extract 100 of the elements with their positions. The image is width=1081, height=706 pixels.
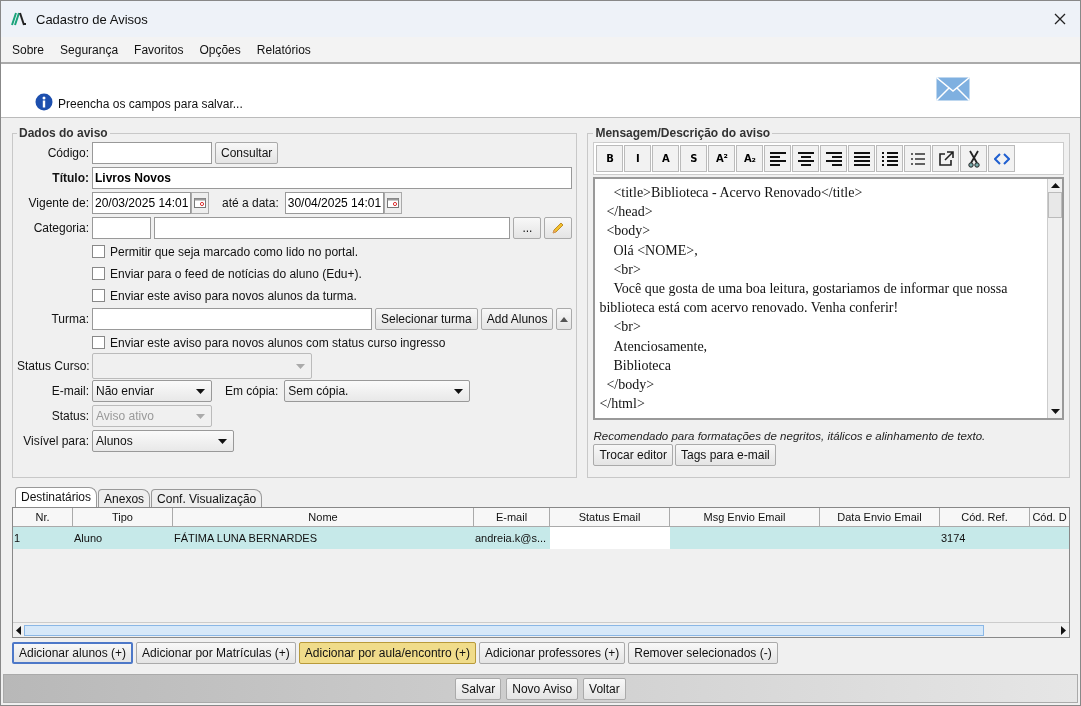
table-cell: andreia.k@s... xyxy=(474,527,550,549)
table-row[interactable]: 1 Aluno FÁTIMA LUNA BERNARDES andreia.k@s... 3174 xyxy=(13,527,1069,549)
scissors-icon[interactable] xyxy=(960,145,988,172)
code-icon[interactable] xyxy=(988,145,1016,172)
edit-button[interactable] xyxy=(544,217,573,239)
horizontal-scrollbar[interactable] xyxy=(13,622,1069,637)
bullet-list-icon[interactable] xyxy=(876,145,904,172)
code-line: </body> xyxy=(605,376,656,395)
numbered-list-icon[interactable] xyxy=(904,145,932,172)
code-line: <br> xyxy=(612,260,642,279)
vertical-scrollbar[interactable] xyxy=(1047,179,1062,418)
field-label: E-mail: xyxy=(50,384,89,398)
scroll-down-icon[interactable] xyxy=(1050,409,1060,414)
close-icon[interactable] xyxy=(1054,13,1066,25)
app-logo-icon xyxy=(11,12,27,26)
caret-icon xyxy=(560,316,569,322)
field-label: Título: xyxy=(51,171,89,185)
column-header[interactable]: Nome xyxy=(173,508,474,527)
editor-hint: Recomendado para formatações de negritos, itálicos e alinhamento de texto. xyxy=(593,430,987,442)
column-header[interactable]: Tipo xyxy=(73,508,173,527)
visible-to-dropdown[interactable]: Alunos xyxy=(92,430,234,452)
code-line: <title>Biblioteca - Acervo Renovado</title> xyxy=(612,184,864,202)
footer-button[interactable]: Novo Aviso xyxy=(506,677,579,700)
consult-button[interactable]: Consultar xyxy=(215,142,279,164)
format-button[interactable]: A² xyxy=(708,145,736,172)
format-button[interactable]: A xyxy=(652,145,680,172)
column-header[interactable]: E-mail xyxy=(474,508,550,527)
column-header[interactable]: Nr. xyxy=(13,508,73,527)
add-button[interactable]: Remover selecionados (-) xyxy=(628,642,778,664)
info-message: Preencha os campos para salvar... xyxy=(58,97,243,111)
align-center-icon[interactable] xyxy=(792,145,820,172)
checkbox[interactable] xyxy=(92,289,105,302)
code-line: Você que gosta de uma boa leitura, gostariamos de informar que nossa biblioteca está com acervo renovado. Venha conferir! xyxy=(599,280,1009,318)
category-name-field[interactable] xyxy=(154,217,511,239)
date-field[interactable]: 30/04/2025 14:01 xyxy=(284,192,384,214)
scroll-left-icon[interactable] xyxy=(16,625,21,635)
code-field[interactable] xyxy=(92,142,212,164)
date-field[interactable]: 20/03/2025 14:01 xyxy=(92,192,191,214)
checkbox[interactable] xyxy=(92,336,105,349)
scroll-thumb[interactable] xyxy=(1048,192,1062,218)
copy-dropdown[interactable]: Sem cópia. xyxy=(284,380,471,402)
footer-button[interactable]: Voltar xyxy=(583,677,626,700)
menu-item[interactable]: Relatórios xyxy=(256,42,311,57)
column-header[interactable]: Status Email xyxy=(550,508,670,527)
column-header[interactable]: Msg Envio Email xyxy=(670,508,820,527)
calendar-icon xyxy=(386,198,399,208)
justify-icon[interactable] xyxy=(848,145,876,172)
menu-item[interactable]: Opções xyxy=(199,42,241,57)
code-line: </head> xyxy=(605,203,654,222)
format-button[interactable]: A₂ xyxy=(736,145,764,172)
code-line: Atenciosamente, xyxy=(612,337,709,356)
add-button[interactable]: Adicionar alunos (+) xyxy=(12,642,134,664)
title-field[interactable]: Livros Novos xyxy=(92,167,573,189)
column-header[interactable]: Cód. Ref. xyxy=(940,508,1030,527)
checkbox-option[interactable]: Enviar para o feed de notícias do aluno (Edu+). xyxy=(17,264,573,283)
add-button[interactable]: Adicionar professores (+) xyxy=(478,642,626,664)
select-class-button[interactable]: Selecionar turma xyxy=(375,308,478,330)
code-line: </html> xyxy=(599,395,646,414)
panel-legend: Mensagem/Descrição do aviso xyxy=(593,126,773,140)
menu-item[interactable]: Segurança xyxy=(60,42,119,57)
menu-item[interactable]: Favoritos xyxy=(134,42,184,57)
align-right-icon[interactable] xyxy=(820,145,848,172)
footer-button[interactable]: Salvar xyxy=(455,677,502,700)
class-field[interactable] xyxy=(92,308,372,330)
editor-button[interactable]: Trocar editor xyxy=(593,444,673,466)
format-button[interactable]: B xyxy=(596,145,624,172)
tab[interactable]: Destinatários xyxy=(15,487,98,508)
caret-icon xyxy=(196,388,205,394)
field-label: Visível para: xyxy=(22,434,89,448)
panel-legend: Dados do aviso xyxy=(17,126,110,140)
scroll-thumb[interactable] xyxy=(24,624,984,636)
scroll-right-icon[interactable] xyxy=(1061,625,1066,635)
category-code-field[interactable] xyxy=(92,217,151,239)
field-label: Em cópia: xyxy=(225,384,279,398)
checkbox[interactable] xyxy=(92,245,105,258)
email-dropdown[interactable]: Não enviar xyxy=(92,380,212,402)
format-button[interactable]: S xyxy=(680,145,708,172)
code-line: <br> xyxy=(612,318,642,337)
collapse-button[interactable] xyxy=(556,308,573,330)
align-left-icon[interactable] xyxy=(764,145,792,172)
format-button[interactable]: I xyxy=(624,145,652,172)
checkbox-option[interactable]: Enviar este aviso para novos alunos da turma. xyxy=(17,286,573,305)
checkbox-option[interactable]: Enviar este aviso para novos alunos com status curso ingresso xyxy=(17,333,573,352)
field-label: até a data: xyxy=(222,196,279,210)
add-button[interactable]: Adicionar por Matrículas (+) xyxy=(136,642,296,664)
menu-item[interactable]: Sobre xyxy=(12,42,45,57)
checkbox-option[interactable]: Permitir que seja marcado como lido no portal. xyxy=(17,242,573,261)
calendar-button[interactable] xyxy=(191,192,209,214)
add-students-button[interactable]: Add Alunos xyxy=(480,308,554,330)
checkbox[interactable] xyxy=(92,267,105,280)
add-button[interactable]: Adicionar por aula/encontro (+) xyxy=(298,642,476,664)
column-header[interactable]: Cód. D xyxy=(1030,508,1069,527)
browse-button[interactable]: ... xyxy=(513,217,542,239)
scroll-up-icon[interactable] xyxy=(1050,183,1060,188)
external-link-icon[interactable] xyxy=(932,145,960,172)
column-header[interactable]: Data Envio Email xyxy=(820,508,940,527)
code-line: Olá <NOME>, xyxy=(612,241,699,260)
editor-button[interactable]: Tags para e-mail xyxy=(675,444,776,466)
field-label: Turma: xyxy=(50,312,89,326)
caret-icon xyxy=(454,388,464,394)
